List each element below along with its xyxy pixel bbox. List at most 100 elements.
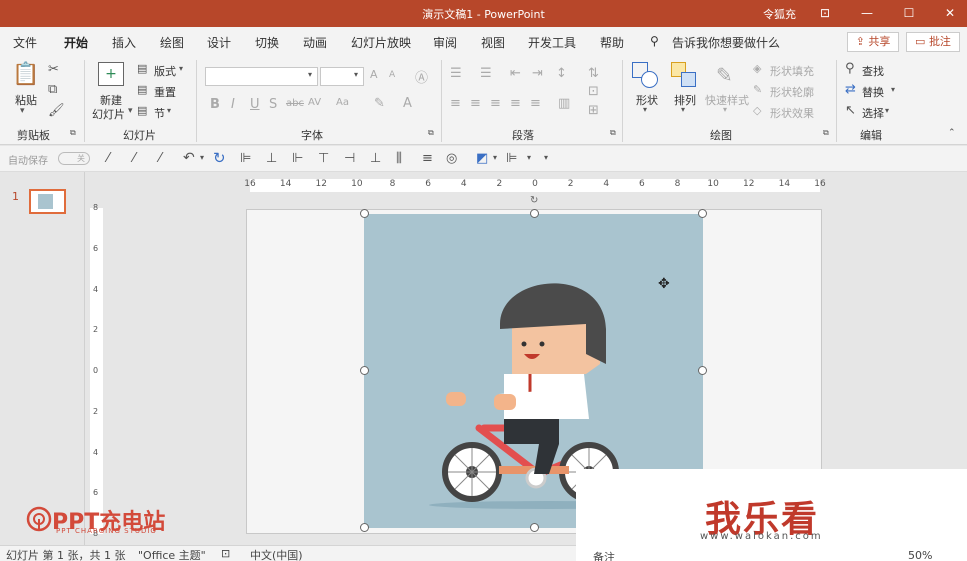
distribute-horizontal-icon[interactable]: ⫼ <box>396 151 402 166</box>
character-spacing-button[interactable]: AV <box>308 97 321 108</box>
accessibility-icon[interactable]: ⊡ <box>221 547 230 560</box>
align-bottom-objects-icon[interactable]: ⊥ <box>370 151 381 166</box>
layout-icon[interactable]: ▤ <box>137 62 147 75</box>
increase-indent-icon[interactable]: ⇥ <box>532 66 543 81</box>
italic-button[interactable]: I <box>231 97 235 112</box>
undo-dropdown-icon[interactable]: ▾ <box>200 153 204 162</box>
section-dropdown-icon[interactable]: ▾ <box>167 106 171 115</box>
bullets-icon[interactable]: ☰ <box>450 66 462 81</box>
share-button[interactable]: ⇪ 共享 <box>847 32 899 52</box>
align-menu-icon[interactable]: ⊫ <box>506 151 517 166</box>
find-button[interactable]: 查找 <box>862 63 884 79</box>
shape-effects-icon[interactable]: ◇ <box>753 104 761 117</box>
maximize-button[interactable]: ☐ <box>894 2 924 24</box>
tell-me-search[interactable]: 告诉我你想要做什么 <box>672 34 780 51</box>
change-case-button[interactable]: Aa <box>336 97 349 108</box>
replace-dropdown-icon[interactable]: ▾ <box>891 85 895 94</box>
resize-handle[interactable] <box>698 209 707 218</box>
eyedropper-icon[interactable]: ⁄ <box>133 151 135 166</box>
eyedropper-icon[interactable]: ⁄ <box>159 151 161 166</box>
ribbon-display-options-icon[interactable]: ⊡ <box>810 2 840 24</box>
cut-icon[interactable]: ✂ <box>48 62 59 77</box>
new-slide-icon[interactable]: + <box>98 62 124 86</box>
bold-button[interactable]: B <box>210 97 220 112</box>
tab-developer[interactable]: 开发工具 <box>528 34 576 51</box>
decrease-indent-icon[interactable]: ⇤ <box>510 66 521 81</box>
columns-icon[interactable]: ▥ <box>558 96 570 111</box>
numbering-icon[interactable]: ☰ <box>480 66 492 81</box>
merge-shapes-icon[interactable]: ◎ <box>446 151 457 166</box>
layout-button[interactable]: 版式 <box>154 63 176 79</box>
new-slide-dropdown-icon[interactable]: ▾ <box>128 106 133 116</box>
notes-button[interactable]: 备注 <box>593 549 615 561</box>
shrink-font-icon[interactable]: A <box>389 70 395 80</box>
redo-icon[interactable]: ↻ <box>213 149 226 167</box>
resize-handle[interactable] <box>360 523 369 532</box>
quick-styles-icon[interactable]: ✎ <box>716 63 733 87</box>
language[interactable]: 中文(中国) <box>250 547 303 561</box>
shape-effects-button[interactable]: 形状效果 <box>770 105 814 121</box>
font-name-dropdown-icon[interactable]: ▾ <box>308 70 312 79</box>
tab-draw[interactable]: 绘图 <box>160 34 184 51</box>
tab-insert[interactable]: 插入 <box>112 34 136 51</box>
tab-slideshow[interactable]: 幻灯片放映 <box>351 34 411 51</box>
align-top-objects-icon[interactable]: ⊤ <box>318 151 329 166</box>
replace-icon[interactable]: ⇄ <box>845 82 856 97</box>
resize-handle[interactable] <box>360 209 369 218</box>
find-icon[interactable]: ⚲ <box>845 61 855 76</box>
paste-icon[interactable]: 📋 <box>12 62 40 90</box>
align-dropdown-icon[interactable]: ▾ <box>527 153 531 162</box>
zoom-level[interactable]: 50% <box>908 549 932 561</box>
tab-home[interactable]: 开始 <box>64 34 89 57</box>
tab-view[interactable]: 视图 <box>481 34 505 51</box>
align-right-icon[interactable]: ≡ <box>490 96 501 111</box>
resize-handle[interactable] <box>698 366 707 375</box>
strikethrough-button[interactable]: abc <box>286 98 304 109</box>
shape-format-dropdown-icon[interactable]: ▾ <box>493 153 497 162</box>
select-button[interactable]: 选择 <box>862 105 884 121</box>
reset-icon[interactable]: ▤ <box>137 83 147 96</box>
quick-styles-dropdown-icon[interactable]: ▾ <box>723 105 727 114</box>
reset-button[interactable]: 重置 <box>154 84 176 100</box>
paste-dropdown-icon[interactable]: ▾ <box>20 106 25 116</box>
align-center-objects-icon[interactable]: ⊥ <box>266 151 277 166</box>
highlight-icon[interactable]: ✎ <box>374 96 385 111</box>
paste-label[interactable]: 粘贴 <box>15 92 37 108</box>
font-launcher-icon[interactable]: ⧉ <box>428 128 434 138</box>
tab-review[interactable]: 审阅 <box>433 34 457 51</box>
tab-animations[interactable]: 动画 <box>303 34 327 51</box>
smartart-icon[interactable]: ⊞ <box>588 103 599 118</box>
align-left-objects-icon[interactable]: ⊫ <box>240 151 251 166</box>
shape-fill-icon[interactable]: ◈ <box>753 62 761 75</box>
shape-outline-button[interactable]: 形状轮廓 <box>770 84 814 100</box>
layout-dropdown-icon[interactable]: ▾ <box>179 64 183 73</box>
tab-transitions[interactable]: 切换 <box>255 34 279 51</box>
clear-formatting-icon[interactable]: Ⓐ <box>415 67 428 86</box>
eyedropper-icon[interactable]: ⁄ <box>107 151 109 166</box>
line-spacing-icon[interactable]: ↕ <box>556 66 567 81</box>
shapes-icon[interactable] <box>632 62 660 90</box>
align-center-icon[interactable]: ≡ <box>470 96 481 111</box>
resize-handle[interactable] <box>360 366 369 375</box>
shape-fill-button[interactable]: 形状填充 <box>770 63 814 79</box>
align-text-icon[interactable]: ⊡ <box>588 84 599 99</box>
align-right-objects-icon[interactable]: ⊩ <box>292 151 303 166</box>
distribute-vertical-icon[interactable]: ≡ <box>422 151 433 166</box>
new-slide-label-2[interactable]: 幻灯片 <box>92 106 125 122</box>
autosave-toggle[interactable]: 关 <box>58 152 90 165</box>
shape-format-icon[interactable]: ◩ <box>476 151 488 166</box>
justify-icon[interactable]: ≡ <box>510 96 521 111</box>
collapse-ribbon-icon[interactable]: ⌃ <box>948 128 956 138</box>
replace-button[interactable]: 替换 <box>862 84 884 100</box>
shape-outline-icon[interactable]: ✎ <box>753 83 762 96</box>
undo-icon[interactable]: ↶ <box>183 150 195 166</box>
clipboard-launcher-icon[interactable]: ⧉ <box>70 128 76 138</box>
text-direction-icon[interactable]: ⇅ <box>588 66 599 81</box>
minimize-button[interactable]: — <box>852 2 882 24</box>
user-name[interactable]: 令狐充 <box>763 6 796 22</box>
resize-handle[interactable] <box>530 523 539 532</box>
customize-qat-icon[interactable]: ▾ <box>544 153 548 162</box>
font-name-select[interactable] <box>205 67 318 86</box>
distributed-icon[interactable]: ≡ <box>530 96 541 111</box>
tab-file[interactable]: 文件 <box>13 34 37 51</box>
